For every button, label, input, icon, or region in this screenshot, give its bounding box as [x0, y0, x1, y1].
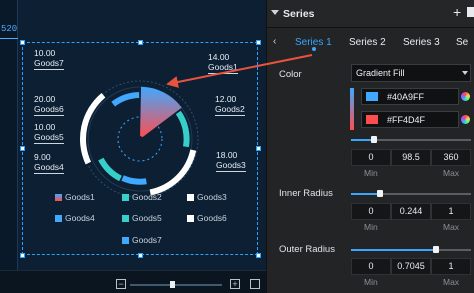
tab-series-4[interactable]: Se	[456, 37, 468, 48]
data-label-goods7: 10.00 Goods7	[34, 48, 64, 70]
legend-swatch	[122, 193, 129, 201]
fit-screen-icon[interactable]	[250, 279, 260, 289]
data-label-goods4: 9.00 Goods4	[34, 152, 64, 174]
inner-radius-slider-fill	[351, 193, 380, 195]
angle-max-field[interactable]: 360	[431, 149, 471, 166]
legend-item-goods3[interactable]: Goods3	[187, 192, 227, 202]
data-label-goods2: 12.00 Goods2	[215, 94, 245, 116]
zoom-out-icon[interactable]: −	[116, 279, 126, 289]
properties-panel: Series + ‹ Series 1 Series 2 Series 3 Se…	[266, 0, 474, 293]
slice-goods1[interactable]	[140, 86, 182, 138]
fill-type-select[interactable]: Gradient Fill	[351, 64, 471, 82]
outer-radius-max-caption: Max	[443, 277, 460, 287]
legend-swatch	[122, 236, 129, 244]
color-picker-icon[interactable]	[461, 115, 470, 124]
app-window: 520 14.00 Goods1 12.00 Goods2 18.00 Good…	[0, 0, 474, 293]
legend-item-goods5[interactable]: Goods5	[122, 213, 162, 223]
slice-goods2[interactable]	[175, 110, 190, 148]
legend-swatch	[187, 214, 194, 222]
legend-item-goods7[interactable]: Goods7	[122, 235, 162, 245]
ruler-marker	[0, 38, 18, 39]
gradient-preview-bar[interactable]	[350, 88, 354, 130]
tabs-prev-icon[interactable]: ‹	[273, 36, 276, 47]
outer-radius-max-field[interactable]: 1	[431, 258, 471, 275]
angle-min-field[interactable]: 0	[351, 149, 391, 166]
inner-radius-slider-thumb[interactable]	[377, 190, 383, 197]
chevron-down-icon[interactable]	[462, 71, 468, 75]
color-picker-icon[interactable]	[461, 92, 470, 101]
outer-radius-slider-thumb[interactable]	[433, 246, 439, 253]
inner-radius-min-field[interactable]: 0	[351, 203, 391, 220]
zoom-toolbar	[0, 270, 266, 293]
outer-radius-slider-fill	[351, 249, 436, 251]
legend-swatch	[122, 214, 129, 222]
vertical-ruler	[0, 0, 18, 270]
zoom-slider[interactable]	[130, 284, 222, 286]
panel-title: Series	[283, 8, 315, 20]
angle-max-caption: Max	[443, 168, 460, 178]
legend-item-goods4[interactable]: Goods4	[55, 213, 95, 223]
outer-radius-value-field[interactable]: 0.7045	[391, 258, 431, 275]
design-canvas[interactable]: 520 14.00 Goods1 12.00 Goods2 18.00 Good…	[0, 0, 266, 293]
data-label-goods1: 14.00 Goods1	[208, 52, 238, 74]
outer-radius-min-caption: Min	[364, 277, 378, 287]
zoom-slider-thumb[interactable]	[170, 281, 175, 288]
active-tab-indicator	[312, 47, 316, 51]
outer-radius-min-field[interactable]: 0	[351, 258, 391, 275]
collapse-caret-icon[interactable]	[271, 10, 279, 15]
data-label-goods5: 10.00 Goods5	[34, 122, 64, 144]
angle-min-caption: Min	[364, 168, 378, 178]
legend-swatch	[55, 214, 62, 222]
legend-item-goods6[interactable]: Goods6	[187, 213, 227, 223]
zoom-in-icon[interactable]: +	[230, 279, 240, 289]
tab-series-3[interactable]: Series 3	[403, 37, 440, 48]
angle-slider-thumb[interactable]	[371, 136, 377, 143]
series-tabs: ‹ Series 1 Series 2 Series 3 Se	[267, 31, 474, 53]
slice-goods3[interactable]	[149, 149, 197, 196]
slice-goods7[interactable]	[111, 92, 140, 107]
inner-radius-label: Inner Radius	[279, 188, 333, 199]
inner-radius-value-field[interactable]: 0.244	[391, 203, 431, 220]
color-label: Color	[279, 69, 302, 80]
ruler-position-label: 520	[1, 24, 18, 34]
delete-series-icon[interactable]	[467, 7, 474, 17]
legend-swatch	[187, 193, 194, 201]
outer-radius-label: Outer Radius	[279, 244, 335, 255]
data-label-goods6: 20.00 Goods6	[34, 94, 64, 116]
gradient-stop1-swatch[interactable]	[366, 92, 378, 101]
gradient-stop2-swatch[interactable]	[366, 115, 378, 124]
data-label-goods3: 18.00 Goods3	[216, 150, 246, 172]
panel-header: Series +	[267, 0, 474, 28]
tab-series-2[interactable]: Series 2	[349, 37, 386, 48]
add-series-icon[interactable]: +	[453, 5, 461, 19]
angle-value-field[interactable]: 98.5	[391, 149, 431, 166]
legend-item-goods2[interactable]: Goods2	[122, 192, 162, 202]
legend-swatch	[55, 193, 62, 201]
inner-radius-max-field[interactable]: 1	[431, 203, 471, 220]
slice-goods5[interactable]	[98, 157, 122, 182]
slice-goods4[interactable]	[121, 175, 147, 185]
legend-item-goods1[interactable]: Goods1	[55, 192, 95, 202]
inner-radius-max-caption: Max	[443, 222, 460, 232]
inner-radius-min-caption: Min	[364, 222, 378, 232]
